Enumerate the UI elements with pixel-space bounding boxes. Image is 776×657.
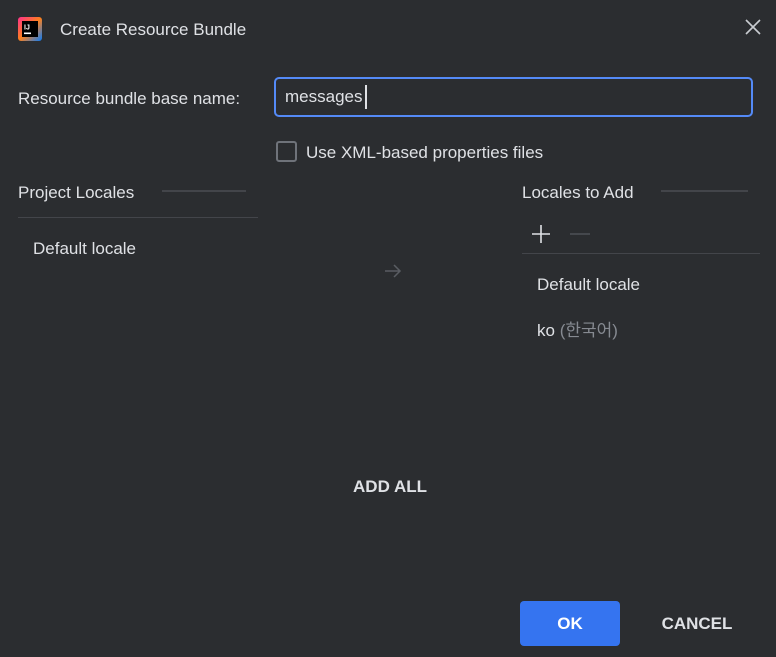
xml-properties-label[interactable]: Use XML-based properties files	[306, 143, 543, 163]
project-locales-title: Project Locales	[18, 183, 135, 202]
locale-code: Default locale	[537, 275, 641, 294]
minus-icon[interactable]	[569, 223, 591, 245]
project-locale-item[interactable]: Default locale	[33, 239, 136, 259]
locale-to-add-item[interactable]: Default locale	[537, 275, 640, 295]
locale-code: ko	[537, 321, 555, 340]
base-name-field[interactable]	[274, 77, 753, 117]
locale-native-name: (한국어)	[559, 321, 618, 340]
cancel-button[interactable]: CANCEL	[645, 601, 749, 646]
ok-button[interactable]: OK	[520, 601, 620, 646]
dialog-title: Create Resource Bundle	[60, 20, 247, 39]
locale-to-add-item[interactable]: ko (한국어)	[537, 316, 618, 341]
text-caret	[365, 85, 367, 109]
locales-to-add-title: Locales to Add	[522, 183, 634, 202]
svg-text:IJ: IJ	[24, 25, 30, 32]
xml-properties-checkbox[interactable]	[276, 141, 297, 162]
project-locales-separator	[162, 190, 246, 192]
base-name-input[interactable]	[276, 79, 751, 115]
arrow-right-icon[interactable]	[382, 261, 404, 281]
intellij-idea-icon: IJ	[18, 17, 42, 41]
add-all-button[interactable]: ADD ALL	[340, 474, 440, 500]
close-icon[interactable]	[741, 15, 765, 39]
base-name-label: Resource bundle base name:	[18, 89, 241, 108]
project-locales-divider	[18, 217, 258, 218]
locales-to-add-divider	[522, 253, 760, 254]
locales-to-add-separator	[661, 190, 748, 192]
plus-icon[interactable]	[530, 223, 552, 245]
